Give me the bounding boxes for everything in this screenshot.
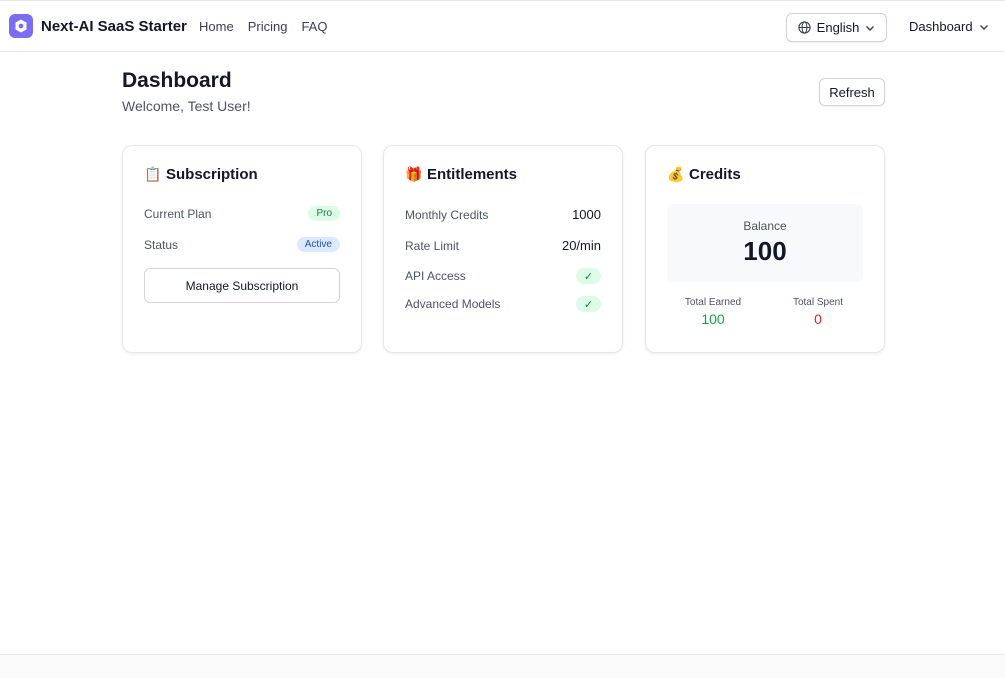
- logo-icon: [9, 14, 33, 38]
- api-access-label: API Access: [405, 269, 466, 283]
- rate-limit-value: 20/min: [561, 238, 601, 253]
- brand-name: Next-AI SaaS Starter: [41, 17, 187, 35]
- monthly-credits-label: Monthly Credits: [405, 207, 489, 222]
- page-title: Dashboard: [122, 69, 232, 92]
- money-bag-icon: 💰: [667, 166, 685, 182]
- balance-panel: Balance 100: [667, 204, 863, 282]
- chevron-down-icon: [979, 24, 988, 30]
- plan-badge: Pro: [308, 206, 340, 221]
- entitlements-card: 🎁 Entitlements Monthly Credits 1000 Rate…: [383, 145, 623, 353]
- checkmark-icon: ✓: [576, 268, 601, 284]
- dashboard-menu-label: Dashboard: [909, 19, 973, 34]
- language-label: English: [816, 20, 860, 35]
- total-spent-value: 0: [814, 311, 822, 327]
- total-earned-value: 100: [701, 311, 725, 327]
- current-plan-label: Current Plan: [144, 206, 212, 221]
- credits-title: Credits: [689, 166, 741, 183]
- top-navbar: Next-AI SaaS Starter Home Pricing FAQ En…: [0, 0, 1005, 52]
- total-earned-stat: Total Earned 100: [663, 297, 763, 327]
- rate-limit-label: Rate Limit: [405, 238, 460, 253]
- globe-icon: [798, 21, 811, 34]
- monthly-credits-row: Monthly Credits 1000: [405, 207, 601, 222]
- status-row: Status Active: [144, 237, 340, 252]
- advanced-models-row: Advanced Models ✓: [405, 296, 601, 312]
- rate-limit-row: Rate Limit 20/min: [405, 238, 601, 253]
- monthly-credits-value: 1000: [572, 207, 601, 222]
- subscription-card: 📋 Subscription Current Plan Pro Status A…: [122, 145, 362, 353]
- subscription-title: Subscription: [166, 166, 258, 183]
- advanced-models-label: Advanced Models: [405, 297, 501, 311]
- status-label: Status: [144, 237, 179, 252]
- refresh-button[interactable]: Refresh: [819, 78, 885, 106]
- current-plan-row: Current Plan Pro: [144, 206, 340, 221]
- clipboard-icon: 📋: [144, 166, 162, 182]
- total-spent-stat: Total Spent 0: [768, 297, 868, 327]
- nav-pricing-link[interactable]: Pricing: [248, 19, 288, 34]
- chevron-down-icon: [866, 25, 875, 31]
- nav-faq-link[interactable]: FAQ: [301, 19, 327, 34]
- main-nav: Home Pricing FAQ: [199, 19, 327, 34]
- language-selector[interactable]: English: [786, 13, 887, 42]
- balance-value: 100: [743, 236, 787, 266]
- api-access-row: API Access ✓: [405, 268, 601, 284]
- manage-subscription-button[interactable]: Manage Subscription: [144, 268, 340, 303]
- credits-card: 💰 Credits Balance 100 Total Earned 100 T…: [645, 145, 885, 353]
- entitlements-card-title: 🎁 Entitlements: [405, 166, 517, 183]
- credits-card-title: 💰 Credits: [667, 166, 741, 183]
- total-earned-label: Total Earned: [684, 297, 742, 308]
- subscription-card-title: 📋 Subscription: [144, 166, 258, 183]
- checkmark-icon: ✓: [576, 296, 601, 312]
- welcome-message: Welcome, Test User!: [122, 98, 251, 114]
- balance-label: Balance: [743, 219, 787, 233]
- total-spent-label: Total Spent: [792, 297, 844, 308]
- nav-home-link[interactable]: Home: [199, 19, 234, 34]
- brand[interactable]: Next-AI SaaS Starter: [9, 14, 187, 38]
- status-badge: Active: [296, 237, 340, 252]
- entitlements-title: Entitlements: [427, 166, 518, 183]
- gift-icon: 🎁: [405, 166, 423, 182]
- footer: [0, 654, 1005, 678]
- dashboard-menu[interactable]: Dashboard: [909, 19, 989, 34]
